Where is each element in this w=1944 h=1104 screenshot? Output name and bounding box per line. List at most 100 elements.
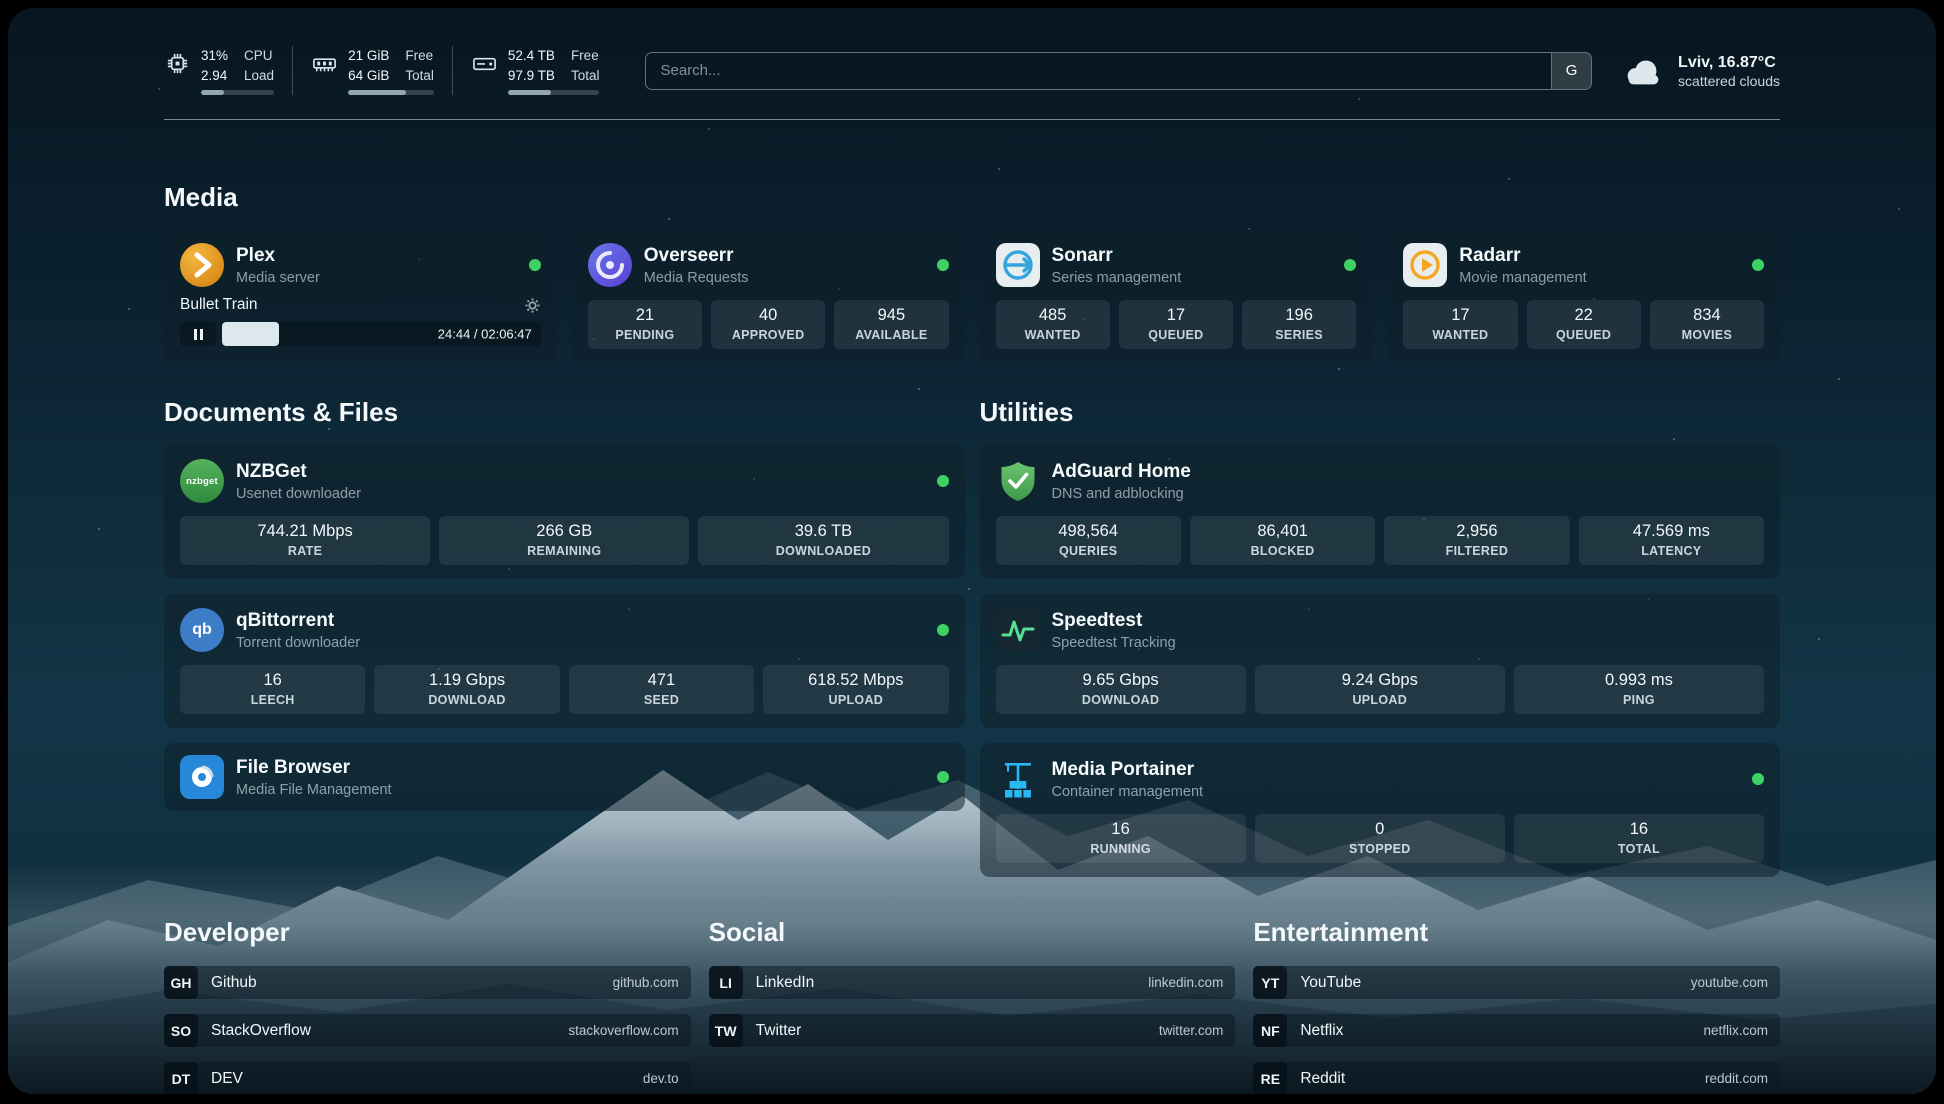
bookmark-name: LinkedIn	[756, 974, 815, 992]
bookmark-stackoverflow[interactable]: SO StackOverflow stackoverflow.com	[164, 1014, 691, 1047]
status-dot	[1344, 259, 1356, 271]
plex-card[interactable]: Plex Media server Bullet Train	[164, 229, 557, 363]
dashboard-background: 31% 2.94 CPU Load	[8, 8, 1936, 1094]
stat-available: 945AVAILABLE	[834, 300, 948, 349]
search-engine-button[interactable]: G	[1551, 53, 1591, 89]
bookmark-name: Netflix	[1300, 1022, 1343, 1040]
app-name: AdGuard Home	[1052, 461, 1191, 483]
bookmark-name: StackOverflow	[211, 1022, 311, 1040]
pause-button[interactable]	[180, 322, 216, 346]
bookmark-github[interactable]: GH Github github.com	[164, 966, 691, 999]
stat-total: 16TOTAL	[1514, 814, 1764, 863]
app-name: Overseerr	[644, 245, 749, 267]
qbittorrent-icon: qb	[180, 608, 224, 652]
bookmark-twitter[interactable]: TW Twitter twitter.com	[709, 1014, 1236, 1047]
bookmark-linkedin[interactable]: LI LinkedIn linkedin.com	[709, 966, 1236, 999]
nzbget-card[interactable]: nzbget NZBGet Usenet downloader 744.21 M…	[164, 445, 965, 579]
radarr-card[interactable]: Radarr Movie management 17WANTED 22QUEUE…	[1387, 229, 1780, 363]
status-dot	[937, 624, 949, 636]
bookmark-domain: dev.to	[643, 1071, 691, 1086]
bookmark-name: Reddit	[1300, 1070, 1345, 1088]
stat-series: 196SERIES	[1242, 300, 1356, 349]
ram-metric: 21 GiB 64 GiB Free Total	[292, 46, 452, 95]
cpu-load-label: Load	[244, 66, 274, 86]
playback-progress-bar[interactable]: 24:44 / 02:06:47	[222, 322, 541, 346]
stat-queued: 17QUEUED	[1119, 300, 1233, 349]
disk-free-label: Free	[571, 46, 600, 66]
plex-icon	[180, 243, 224, 287]
filebrowser-card[interactable]: File Browser Media File Management	[164, 743, 965, 811]
stat-movies: 834MOVIES	[1650, 300, 1764, 349]
bookmark-domain: stackoverflow.com	[568, 1023, 690, 1038]
speedtest-card[interactable]: Speedtest Speedtest Tracking 9.65 GbpsDO…	[980, 594, 1781, 728]
app-subtitle: Media File Management	[236, 782, 392, 798]
bookmark-reddit[interactable]: RE Reddit reddit.com	[1253, 1062, 1780, 1094]
weather-widget: Lviv, 16.87°C scattered clouds	[1620, 53, 1780, 89]
disk-progress-bar	[508, 90, 600, 95]
app-name: qBittorrent	[236, 610, 360, 632]
reddit-badge-icon: RE	[1253, 1062, 1287, 1094]
gear-icon[interactable]	[524, 297, 541, 314]
app-subtitle: DNS and adblocking	[1052, 486, 1191, 502]
bookmark-youtube[interactable]: YT YouTube youtube.com	[1253, 966, 1780, 999]
stat-upload: 9.24 GbpsUPLOAD	[1255, 665, 1505, 714]
search-input[interactable]	[646, 53, 1551, 89]
app-name: Speedtest	[1052, 610, 1176, 632]
app-subtitle: Movie management	[1459, 270, 1586, 286]
media-cards-row: Plex Media server Bullet Train	[164, 229, 1780, 363]
cpu-usage-label: CPU	[244, 46, 274, 66]
nzbget-icon: nzbget	[180, 459, 224, 503]
bookmark-netflix[interactable]: NF Netflix netflix.com	[1253, 1014, 1780, 1047]
stat-queries: 498,564QUERIES	[996, 516, 1181, 565]
ram-total-label: Total	[405, 66, 434, 86]
stat-downloaded: 39.6 TBDOWNLOADED	[698, 516, 948, 565]
stat-remaining: 266 GBREMAINING	[439, 516, 689, 565]
stat-queued: 22QUEUED	[1527, 300, 1641, 349]
cpu-metric: 31% 2.94 CPU Load	[164, 46, 292, 95]
sonarr-card[interactable]: Sonarr Series management 485WANTED 17QUE…	[980, 229, 1373, 363]
stat-pending: 21PENDING	[588, 300, 702, 349]
status-dot	[937, 475, 949, 487]
overseerr-icon	[588, 243, 632, 287]
pause-icon	[194, 329, 203, 340]
overseerr-card[interactable]: Overseerr Media Requests 21PENDING 40APP…	[572, 229, 965, 363]
qbittorrent-card[interactable]: qb qBittorrent Torrent downloader 16LEEC…	[164, 594, 965, 728]
app-subtitle: Torrent downloader	[236, 635, 360, 651]
ram-progress-bar	[348, 90, 434, 95]
bookmark-dev[interactable]: DT DEV dev.to	[164, 1062, 691, 1094]
stat-seed: 471SEED	[569, 665, 754, 714]
bookmark-name: Github	[211, 974, 257, 992]
cpu-icon	[164, 50, 191, 77]
top-bar: 31% 2.94 CPU Load	[164, 46, 1780, 95]
cpu-usage-value: 31%	[201, 46, 228, 66]
app-name: Sonarr	[1052, 245, 1182, 267]
app-subtitle: Series management	[1052, 270, 1182, 286]
linkedin-badge-icon: LI	[709, 966, 743, 999]
status-dot	[1752, 773, 1764, 785]
stat-approved: 40APPROVED	[711, 300, 825, 349]
disk-total-value: 97.9 TB	[508, 66, 555, 86]
portainer-card[interactable]: Media Portainer Container management 16R…	[980, 743, 1781, 877]
stat-wanted: 485WANTED	[996, 300, 1110, 349]
status-dot	[937, 259, 949, 271]
adguard-card[interactable]: AdGuard Home DNS and adblocking 498,564Q…	[980, 445, 1781, 579]
bookmark-name: YouTube	[1300, 974, 1361, 992]
cpu-progress-bar	[201, 90, 274, 95]
now-playing-title: Bullet Train	[180, 296, 524, 314]
cpu-load-value: 2.94	[201, 66, 228, 86]
filebrowser-icon	[180, 755, 224, 799]
bookmark-domain: twitter.com	[1159, 1023, 1236, 1038]
system-metrics: 31% 2.94 CPU Load	[164, 46, 617, 95]
stat-filtered: 2,956FILTERED	[1384, 516, 1569, 565]
documents-column: Documents & Files nzbget NZBGet Usenet d…	[164, 397, 965, 811]
sonarr-icon	[996, 243, 1040, 287]
youtube-badge-icon: YT	[1253, 966, 1287, 999]
bookmark-name: DEV	[211, 1070, 243, 1088]
qbittorrent-logo-text: qb	[192, 621, 212, 639]
stat-upload: 618.52 MbpsUPLOAD	[763, 665, 948, 714]
entertainment-bookmarks: Entertainment YT YouTube youtube.com NF …	[1253, 917, 1780, 1094]
nzbget-logo-text: nzbget	[186, 476, 218, 487]
ram-free-label: Free	[405, 46, 434, 66]
disk-metric: 52.4 TB 97.9 TB Free Total	[452, 46, 618, 95]
stat-running: 16RUNNING	[996, 814, 1246, 863]
